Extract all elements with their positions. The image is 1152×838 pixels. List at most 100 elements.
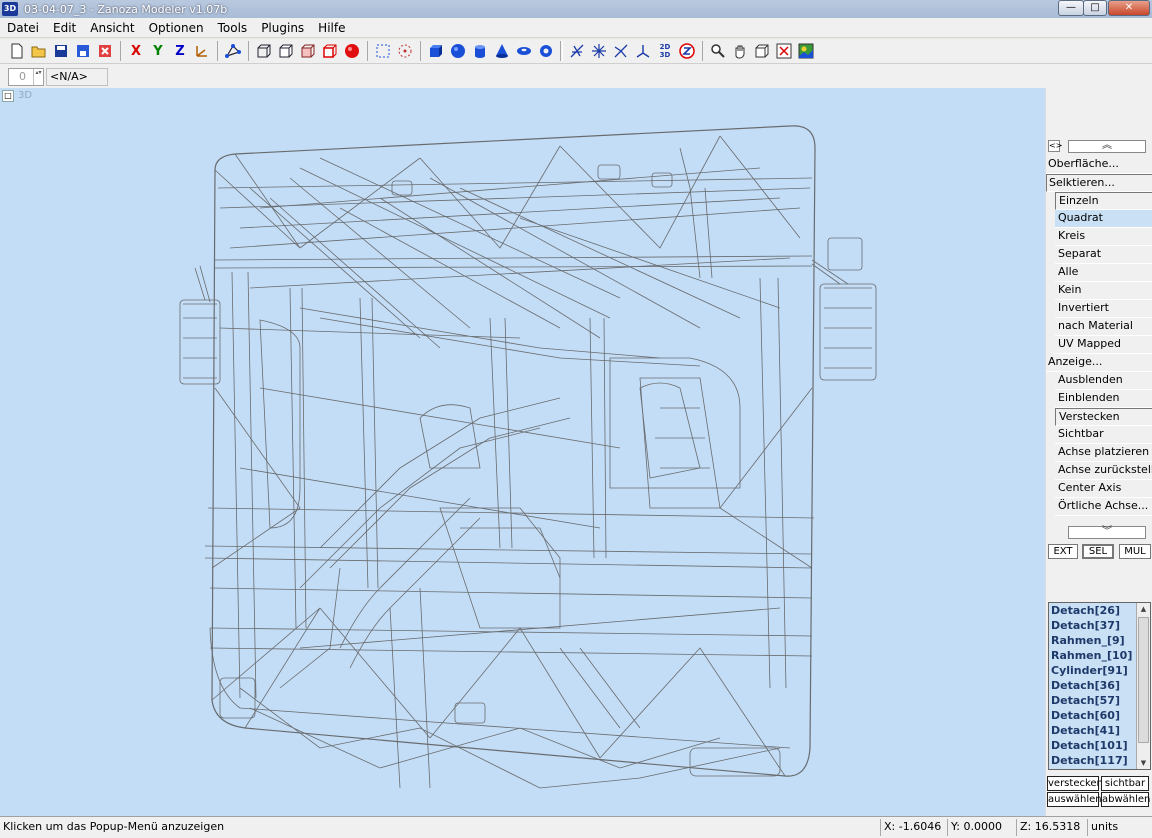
box-shaded-icon[interactable] bbox=[297, 40, 319, 62]
save-as-icon[interactable] bbox=[72, 40, 94, 62]
axis-tool-icon[interactable] bbox=[632, 40, 654, 62]
save-icon[interactable] bbox=[50, 40, 72, 62]
box-icon[interactable] bbox=[275, 40, 297, 62]
display-achse-platzieren[interactable]: Achse platzieren bbox=[1055, 444, 1152, 462]
cone-icon[interactable] bbox=[491, 40, 513, 62]
display-verstecken[interactable]: Verstecken bbox=[1055, 408, 1152, 426]
units-label: units bbox=[1087, 819, 1152, 836]
list-item[interactable]: Detach[36] bbox=[1049, 678, 1150, 693]
tab-mul[interactable]: MUL bbox=[1119, 544, 1151, 559]
hide-objects-button[interactable]: verstecken bbox=[1047, 776, 1103, 791]
cube-icon[interactable] bbox=[425, 40, 447, 62]
move-icon[interactable] bbox=[566, 40, 588, 62]
list-item[interactable]: Rahmen_[10] bbox=[1049, 648, 1150, 663]
pan-icon[interactable] bbox=[729, 40, 751, 62]
scale-icon[interactable] bbox=[610, 40, 632, 62]
panel-toggle-button[interactable]: <> bbox=[1048, 140, 1062, 152]
close-button[interactable]: ✕ bbox=[1108, 0, 1150, 16]
box-wire-icon[interactable] bbox=[253, 40, 275, 62]
select-einzeln[interactable]: Einzeln bbox=[1055, 192, 1152, 210]
list-item[interactable]: Detach[26] bbox=[1049, 603, 1150, 618]
section-oberflaeche[interactable]: Oberfläche... bbox=[1046, 156, 1152, 174]
menu-optionen[interactable]: Optionen bbox=[142, 21, 211, 35]
list-item[interactable]: Detach[57] bbox=[1049, 693, 1150, 708]
revert-icon[interactable] bbox=[94, 40, 116, 62]
display-achse-zurueckstellen[interactable]: Achse zurückstellen bbox=[1055, 462, 1152, 480]
z-axis-icon[interactable]: Z bbox=[169, 40, 191, 62]
menu-datei[interactable]: Datei bbox=[0, 21, 46, 35]
spinner-arrows-icon[interactable]: ▴▾ bbox=[33, 69, 43, 85]
deselect-objects-button[interactable]: abwählen bbox=[1101, 792, 1150, 807]
panel-scroll-down-button[interactable]: ︾ bbox=[1068, 526, 1146, 539]
bus-wireframe-model[interactable] bbox=[0, 88, 1045, 816]
frame-spinner[interactable]: 0 ▴▾ bbox=[8, 68, 44, 86]
new-file-icon[interactable] bbox=[6, 40, 28, 62]
select-alle[interactable]: Alle bbox=[1055, 264, 1152, 282]
2d-3d-icon[interactable]: 2D 3D bbox=[654, 40, 676, 62]
scrollbar-thumb[interactable] bbox=[1138, 617, 1149, 743]
x-axis-icon[interactable]: X bbox=[125, 40, 147, 62]
sphere-icon[interactable] bbox=[447, 40, 469, 62]
select-kreis[interactable]: Kreis bbox=[1055, 228, 1152, 246]
list-item[interactable]: Detach[117] bbox=[1049, 753, 1150, 768]
texture-icon[interactable] bbox=[795, 40, 817, 62]
cylinder-icon[interactable] bbox=[469, 40, 491, 62]
view-cube-icon[interactable] bbox=[751, 40, 773, 62]
tab-ext[interactable]: EXT bbox=[1048, 544, 1078, 559]
list-item[interactable]: Rahmen_[9] bbox=[1049, 633, 1150, 648]
box-red-icon[interactable] bbox=[319, 40, 341, 62]
section-anzeige[interactable]: Anzeige... bbox=[1046, 354, 1152, 372]
vertex-mode-icon[interactable] bbox=[222, 40, 244, 62]
scroll-up-arrow-icon[interactable]: ▲ bbox=[1137, 603, 1150, 615]
select-circle-icon[interactable] bbox=[394, 40, 416, 62]
display-ausblenden[interactable]: Ausblenden bbox=[1055, 372, 1152, 390]
ring-icon[interactable] bbox=[535, 40, 557, 62]
zoom-icon[interactable] bbox=[707, 40, 729, 62]
minimize-button[interactable]: — bbox=[1058, 0, 1084, 16]
selection-name-field[interactable]: <N/A> bbox=[46, 68, 108, 86]
3d-viewport[interactable]: □ 3D bbox=[0, 88, 1045, 816]
display-einblenden[interactable]: Einblenden bbox=[1055, 390, 1152, 408]
menu-plugins[interactable]: Plugins bbox=[254, 21, 311, 35]
section-selektieren[interactable]: Selktieren... bbox=[1046, 174, 1152, 192]
axes-icon[interactable] bbox=[191, 40, 213, 62]
menu-edit[interactable]: Edit bbox=[46, 21, 83, 35]
y-axis-icon[interactable]: Y bbox=[147, 40, 169, 62]
z-lock-icon[interactable] bbox=[676, 40, 698, 62]
right-panel: <> ︽ Oberfläche... Selktieren... Einzeln… bbox=[1045, 88, 1152, 816]
select-nach-material[interactable]: nach Material bbox=[1055, 318, 1152, 336]
display-oertliche-achse[interactable]: Örtliche Achse... bbox=[1055, 498, 1152, 516]
sphere-red-icon[interactable] bbox=[341, 40, 363, 62]
list-item[interactable]: Detach[37] bbox=[1049, 618, 1150, 633]
menu-tools[interactable]: Tools bbox=[211, 21, 255, 35]
menu-hilfe[interactable]: Hilfe bbox=[311, 21, 352, 35]
display-sichtbar[interactable]: Sichtbar bbox=[1055, 426, 1152, 444]
display-center-axis[interactable]: Center Axis bbox=[1055, 480, 1152, 498]
open-folder-icon[interactable] bbox=[28, 40, 50, 62]
coord-y: Y: 0.0000 bbox=[947, 819, 1015, 836]
scroll-down-arrow-icon[interactable]: ▼ bbox=[1137, 757, 1150, 769]
panel-scroll-up-button[interactable]: ︽ bbox=[1068, 140, 1146, 153]
list-item[interactable]: Detach[101] bbox=[1049, 738, 1150, 753]
object-list-scrollbar[interactable]: ▲ ▼ bbox=[1136, 603, 1150, 769]
menu-ansicht[interactable]: Ansicht bbox=[83, 21, 141, 35]
select-separat[interactable]: Separat bbox=[1055, 246, 1152, 264]
select-rect-icon[interactable] bbox=[372, 40, 394, 62]
render-icon[interactable] bbox=[773, 40, 795, 62]
list-item[interactable]: Detach[60] bbox=[1049, 708, 1150, 723]
maximize-button[interactable]: □ bbox=[1083, 0, 1107, 16]
show-objects-button[interactable]: sichtbar bbox=[1101, 776, 1149, 791]
torus-icon[interactable] bbox=[513, 40, 535, 62]
list-item[interactable]: Cylinder[91] bbox=[1049, 663, 1150, 678]
object-list[interactable]: Detach[26] Detach[37] Rahmen_[9] Rahmen_… bbox=[1048, 602, 1151, 770]
list-item[interactable]: Detach[41] bbox=[1049, 723, 1150, 738]
status-bar: Klicken um das Popup-Menü anzuzeigen X: … bbox=[0, 816, 1152, 838]
select-objects-button[interactable]: auswählen bbox=[1047, 792, 1102, 807]
select-kein[interactable]: Kein bbox=[1055, 282, 1152, 300]
tab-sel[interactable]: SEL bbox=[1082, 544, 1114, 559]
select-invertiert[interactable]: Invertiert bbox=[1055, 300, 1152, 318]
select-uv-mapped[interactable]: UV Mapped bbox=[1055, 336, 1152, 354]
viewport-corner-button[interactable]: □ bbox=[2, 90, 14, 102]
rotate-icon[interactable] bbox=[588, 40, 610, 62]
select-quadrat[interactable]: Quadrat bbox=[1055, 210, 1152, 228]
